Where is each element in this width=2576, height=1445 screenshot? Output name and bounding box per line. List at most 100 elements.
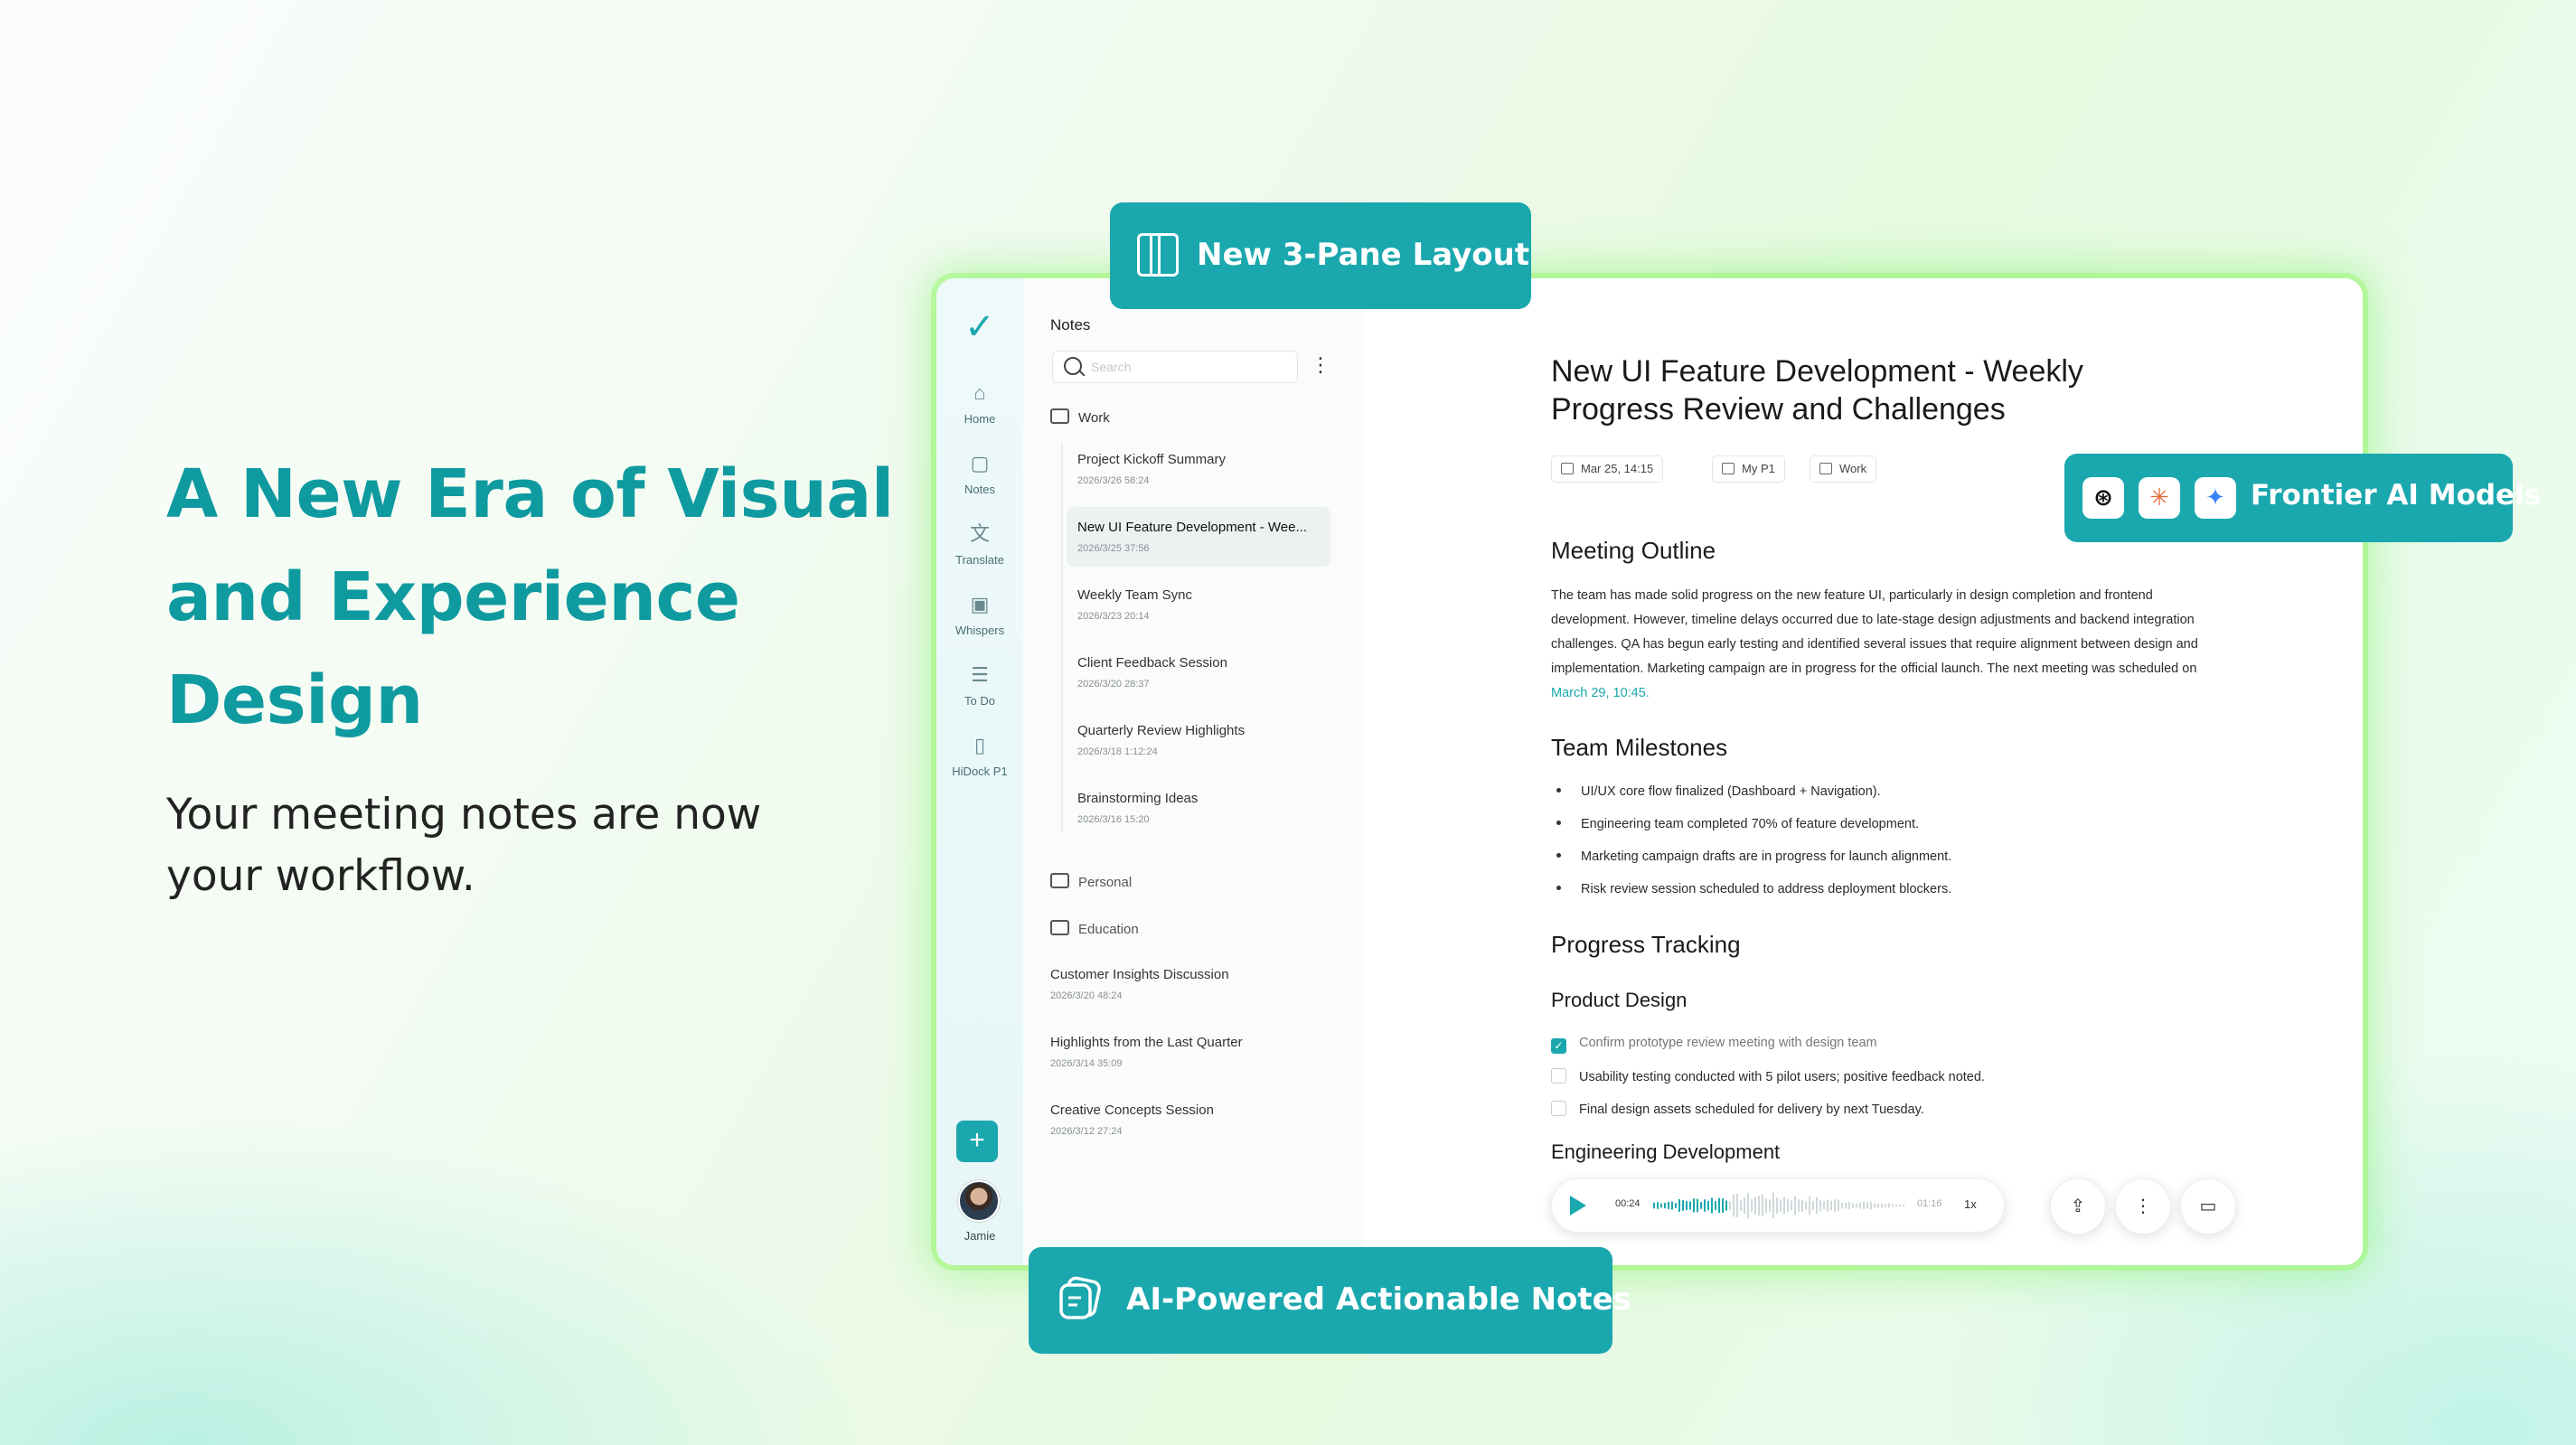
note-date: 2026/3/18 1:12:24 [1077, 746, 1158, 757]
translate-icon: 文 [969, 522, 990, 545]
rail-label: Translate [955, 553, 1004, 567]
task-item[interactable]: ✓ Confirm prototype review meeting with d… [1551, 1036, 1877, 1054]
device-icon: ▯ [973, 734, 986, 756]
callout-layout: New 3-Pane Layout [1110, 202, 1531, 309]
rail-item-todo[interactable]: ☰ To Do [936, 662, 1023, 708]
rail-item-whispers[interactable]: ▣ Whispers [936, 591, 1023, 637]
folder-education[interactable]: Education [1050, 920, 1139, 937]
more-button[interactable]: ⋮ [2115, 1178, 2171, 1234]
section-heading: Progress Tracking [1551, 931, 1741, 958]
rail-item-home[interactable]: ⌂ Home [936, 380, 1023, 426]
section-heading: Team Milestones [1551, 734, 1728, 761]
rail-item-translate[interactable]: 文 Translate [936, 521, 1023, 567]
list-item: Engineering team completed 70% of featur… [1551, 817, 1919, 831]
note-title: Project Kickoff Summary [1077, 452, 1226, 467]
share-button[interactable]: ⇪ [2050, 1178, 2106, 1234]
rail-label: Home [964, 412, 996, 426]
play-icon[interactable] [1570, 1196, 1586, 1215]
folder-label: Personal [1078, 875, 1133, 890]
more-options-icon[interactable]: ⋮ [1311, 354, 1330, 376]
user-name: Jamie [964, 1229, 996, 1243]
list-item: Marketing campaign drafts are in progres… [1551, 849, 1951, 864]
note-item[interactable]: Weekly Team Sync 2026/3/23 20:14 [1067, 575, 1330, 634]
note-item-selected[interactable]: New UI Feature Development - Wee... 2026/… [1067, 507, 1330, 567]
checkbox-checked[interactable]: ✓ [1551, 1038, 1566, 1054]
note-title: Brainstorming Ideas [1077, 791, 1199, 806]
waveform[interactable] [1653, 1188, 1906, 1223]
rail-label: To Do [964, 694, 995, 708]
note-date: 2026/3/20 48:24 [1050, 990, 1123, 1001]
note-item[interactable]: Client Feedback Session 2026/3/20 28:37 [1067, 643, 1330, 702]
meta-folder-chip[interactable]: Work [1810, 455, 1877, 483]
avatar[interactable] [958, 1180, 1000, 1222]
rail-item-hidock[interactable]: ▯ HiDock P1 [936, 732, 1023, 778]
add-button[interactable]: + [956, 1121, 998, 1162]
app-window: ✓ ⌂ Home ▢ Notes 文 Translate ▣ Whispers ☰ To … [936, 278, 2363, 1265]
rail-label: Notes [964, 483, 995, 496]
subsection-heading: Product Design [1551, 989, 1688, 1011]
note-title: Customer Insights Discussion [1050, 967, 1229, 982]
note-icon [1059, 1276, 1101, 1319]
note-item[interactable]: Quarterly Review Highlights 2026/3/18 1:1… [1067, 710, 1330, 770]
note-date: 2026/3/12 27:24 [1050, 1126, 1123, 1137]
task-text: Usability testing conducted with 5 pilot… [1579, 1070, 1985, 1084]
rail-label: Whispers [954, 624, 1005, 637]
checkbox[interactable] [1551, 1101, 1566, 1116]
search-icon [1064, 357, 1082, 375]
openai-icon: ⊛ [2082, 477, 2124, 519]
list-item: UI/UX core flow finalized (Dashboard + N… [1551, 784, 1881, 799]
meta-folder: Work [1839, 462, 1867, 475]
folder-work[interactable]: Work [1050, 408, 1110, 426]
note-item[interactable]: Creative Concepts Session 2026/3/12 27:24 [1050, 1090, 1314, 1149]
note-date: 2026/3/16 15:20 [1077, 814, 1150, 825]
callout-label: Frontier AI Models [2251, 479, 2542, 511]
folder-label: Work [1078, 410, 1110, 426]
folder-personal[interactable]: Personal [1050, 873, 1132, 890]
note-detail-pane: New UI Feature Development - Weekly Prog… [1363, 278, 2363, 1265]
search-input[interactable] [1089, 355, 1292, 379]
note-title: Client Feedback Session [1077, 655, 1227, 671]
list-title: Notes [1050, 316, 1091, 333]
app-logo-icon: ✓ [964, 307, 995, 347]
callout-label: New 3-Pane Layout [1197, 237, 1530, 273]
meta-device-chip[interactable]: My P1 [1712, 455, 1785, 483]
layout-icon [1137, 233, 1179, 277]
callout-notes: AI-Powered Actionable Notes [1029, 1247, 1631, 1354]
folder-icon [1819, 463, 1832, 474]
note-item[interactable]: Customer Insights Discussion 2026/3/20 48… [1050, 954, 1314, 1014]
total-time: 01:16 [1917, 1198, 1942, 1209]
more-icon: ⋮ [2134, 1196, 2152, 1216]
folder-icon [1050, 920, 1069, 935]
note-date: 2026/3/20 28:37 [1077, 679, 1150, 690]
meeting-date-link[interactable]: March 29, 10:45. [1551, 686, 1650, 700]
current-time: 00:24 [1615, 1198, 1641, 1209]
note-title: Highlights from the Last Quarter [1050, 1035, 1243, 1050]
note-date: 2026/3/14 35:09 [1050, 1058, 1123, 1069]
checkbox[interactable] [1551, 1068, 1566, 1084]
folder-label: Education [1078, 922, 1139, 937]
subsection-heading: Engineering Development [1551, 1140, 1781, 1163]
note-item[interactable]: Brainstorming Ideas 2026/3/16 15:20 [1067, 778, 1330, 838]
hero-title: A New Era of Visual and Experience Desig… [166, 455, 894, 739]
nav-rail: ✓ ⌂ Home ▢ Notes 文 Translate ▣ Whispers ☰ To … [936, 278, 1024, 1265]
folder-guide-line [1061, 443, 1063, 831]
calendar-icon [1561, 463, 1574, 474]
note-item[interactable]: Project Kickoff Summary 2026/3/26 58:24 [1067, 439, 1330, 499]
task-item[interactable]: Usability testing conducted with 5 pilot… [1551, 1068, 1985, 1084]
speed-button[interactable]: 1x [1964, 1197, 1977, 1211]
meta-date-chip[interactable]: Mar 25, 14:15 [1551, 455, 1664, 483]
device-icon [1722, 463, 1735, 474]
todo-icon: ☰ [971, 663, 989, 686]
note-title: New UI Feature Development - Wee... [1077, 520, 1307, 535]
note-title: Quarterly Review Highlights [1077, 723, 1246, 738]
note-item[interactable]: Highlights from the Last Quarter 2026/3/1… [1050, 1022, 1314, 1082]
search-field[interactable] [1052, 351, 1298, 383]
note-title: Creative Concepts Session [1050, 1103, 1214, 1118]
rail-item-notes[interactable]: ▢ Notes [936, 450, 1023, 496]
comment-button[interactable]: ▭ [2180, 1178, 2236, 1234]
folder-open-icon [1050, 408, 1069, 424]
note-date: 2026/3/26 58:24 [1077, 475, 1150, 486]
task-item[interactable]: Final design assets scheduled for delive… [1551, 1101, 1924, 1117]
task-text: Confirm prototype review meeting with de… [1579, 1036, 1877, 1050]
note-date: 2026/3/25 37:56 [1077, 543, 1150, 554]
